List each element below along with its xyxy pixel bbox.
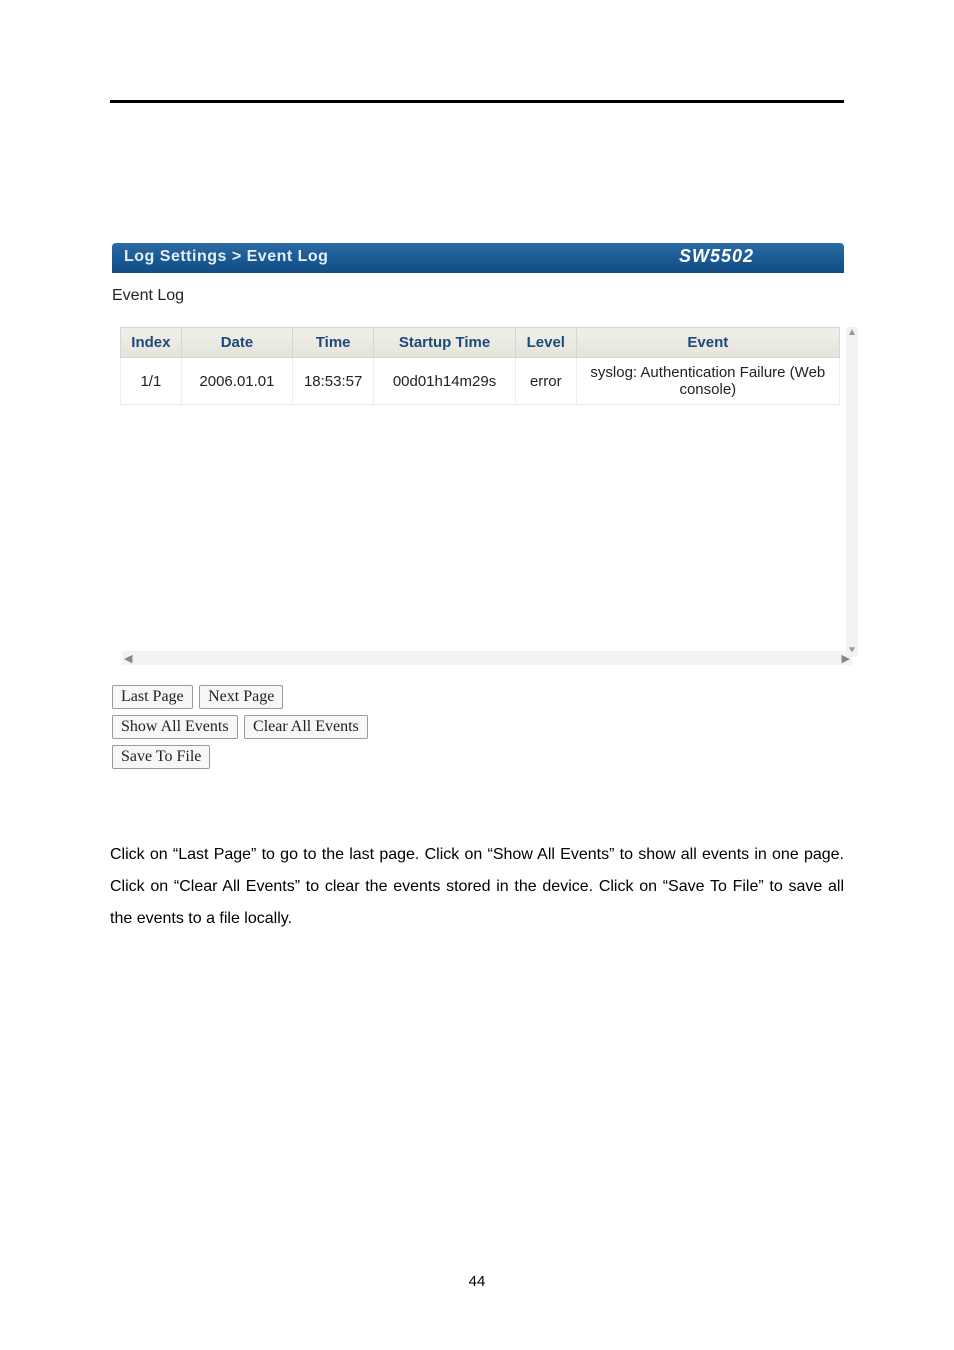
page-number: 44: [0, 1273, 954, 1290]
cell-event: syslog: Authentication Failure (Web cons…: [576, 358, 839, 405]
device-model: SW5502: [679, 246, 754, 267]
col-header-level: Level: [515, 328, 576, 358]
col-header-startup: Startup Time: [374, 328, 516, 358]
event-table: Index Date Time Startup Time Level Event…: [120, 327, 840, 405]
event-table-wrap: Index Date Time Startup Time Level Event…: [120, 327, 844, 665]
scroll-up-icon[interactable]: ▲: [846, 327, 858, 339]
cell-level: error: [515, 358, 576, 405]
page-divider: [110, 100, 844, 103]
col-header-date: Date: [181, 328, 292, 358]
section-title: Event Log: [112, 287, 844, 305]
title-bar: Log Settings > Event Log SW5502: [110, 243, 844, 273]
horizontal-scrollbar[interactable]: ◀ ▶: [122, 651, 852, 665]
scroll-right-icon[interactable]: ▶: [842, 652, 850, 665]
cell-time: 18:53:57: [293, 358, 374, 405]
col-header-index: Index: [121, 328, 182, 358]
table-empty-area: [120, 405, 844, 645]
scroll-left-icon[interactable]: ◀: [124, 652, 132, 665]
table-header-row: Index Date Time Startup Time Level Event: [121, 328, 840, 358]
breadcrumb: Log Settings > Event Log: [124, 248, 328, 266]
vertical-scrollbar[interactable]: ▲ ▼: [846, 327, 858, 657]
description-paragraph: Click on “Last Page” to go to the last p…: [110, 839, 844, 935]
save-to-file-button[interactable]: Save To File: [112, 745, 210, 769]
cell-index: 1/1: [121, 358, 182, 405]
col-header-event: Event: [576, 328, 839, 358]
show-all-events-button[interactable]: Show All Events: [112, 715, 238, 739]
cell-startup: 00d01h14m29s: [374, 358, 516, 405]
last-page-button[interactable]: Last Page: [112, 685, 193, 709]
col-header-time: Time: [293, 328, 374, 358]
table-row: 1/1 2006.01.01 18:53:57 00d01h14m29s err…: [121, 358, 840, 405]
next-page-button[interactable]: Next Page: [199, 685, 283, 709]
button-area: Last Page Next Page Show All Events Clea…: [112, 685, 844, 769]
cell-date: 2006.01.01: [181, 358, 292, 405]
clear-all-events-button[interactable]: Clear All Events: [244, 715, 368, 739]
